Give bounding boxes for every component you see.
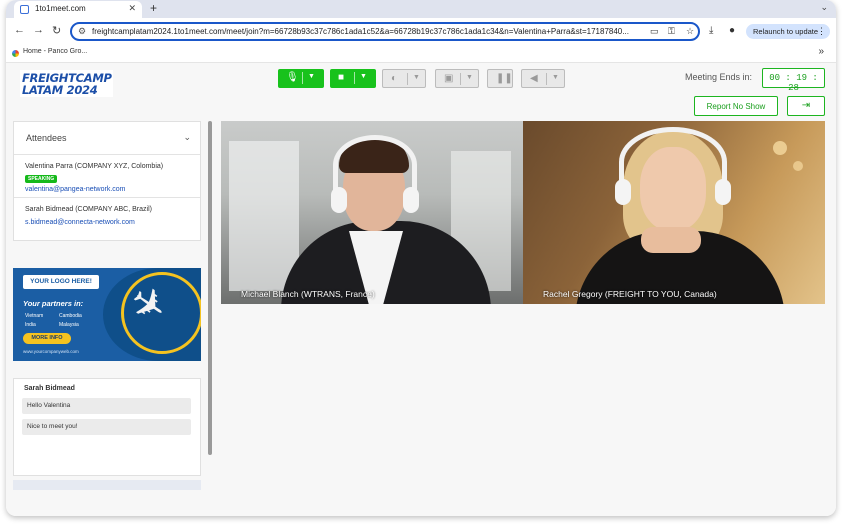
meeting-timer: 00 : 19 : 28	[762, 68, 825, 93]
mic-icon[interactable]: 🎙	[286, 72, 299, 83]
pause-button[interactable]: ❚❚	[487, 69, 513, 88]
tab-title: 1to1meet.com	[35, 4, 86, 13]
bookmark-home[interactable]: Home - Panco Gro...	[23, 48, 87, 55]
chat-input-area[interactable]	[13, 480, 201, 490]
meeting-app: FREIGHTCAMP LATAM 2024 🎙 ▼ ■ ▼ ◐ ▼ ▣ ▼ ❚❚ ◀ ▼…	[6, 63, 836, 516]
background-control[interactable]: ◐ ▼	[382, 69, 426, 88]
logo-line-2: LATAM 2024	[22, 83, 98, 97]
camera-in-use-icon[interactable]: ▭	[650, 26, 659, 37]
background-dropdown-icon[interactable]: ▼	[413, 74, 420, 81]
exit-icon: ⇥	[801, 100, 811, 111]
exit-meeting-button[interactable]: ⇥	[787, 96, 825, 116]
ad-country: Cambodia	[59, 313, 82, 319]
bookmarks-bar: Home - Panco Gro... »	[6, 44, 836, 63]
contrast-icon[interactable]: ◐	[391, 73, 397, 84]
sponsor-ad-banner[interactable]: ✈ YOUR LOGO HERE! Your partners in: Viet…	[13, 268, 201, 361]
screen-share-control[interactable]: ▣ ▼	[435, 69, 479, 88]
bookmark-star-icon[interactable]: ☆	[686, 26, 694, 37]
forward-icon[interactable]: →	[33, 24, 44, 36]
event-logo: FREIGHTCAMP LATAM 2024	[20, 70, 113, 97]
video-participant-label: Michael Blanch (WTRANS, France)	[241, 289, 375, 299]
attendees-title: Attendees	[26, 133, 67, 143]
video-tile: Rachel Gregory (FREIGHT TO YOU, Canada)	[523, 121, 825, 304]
chevron-down-icon[interactable]: ⌄	[183, 132, 191, 143]
more-info-button[interactable]: MORE INFO	[23, 333, 71, 344]
browser-tab[interactable]: 1to1meet.com ✕	[14, 1, 142, 18]
speaking-badge: SPEAKING	[25, 175, 58, 183]
bookmark-favicon-icon	[12, 50, 19, 57]
browser-toolbar: ← → ↻ ⚙ freightcamplatam2024.1to1meet.co…	[6, 18, 836, 44]
menu-icon[interactable]: ⋮	[817, 26, 826, 37]
ad-website: www.yourcompanyweb.com	[23, 349, 79, 354]
chat-message: Nice to meet you!	[22, 419, 191, 435]
attendee-email[interactable]: s.bidmead@connecta-network.com	[25, 219, 135, 226]
chat-message: Hello Valentina	[22, 398, 191, 414]
camera-icon[interactable]: ■	[338, 72, 344, 83]
download-icon[interactable]: ⤓	[709, 25, 713, 36]
url-text[interactable]: freightcamplatam2024.1to1meet.com/meet/j…	[92, 27, 632, 36]
attendee-item: Valentina Parra (COMPANY XYZ, Colombia) …	[14, 155, 200, 198]
pause-icon[interactable]: ❚❚	[496, 73, 513, 84]
video-tile: Michael Blanch (WTRANS, France)	[221, 121, 523, 304]
meeting-ends-label: Meeting Ends in:	[685, 72, 753, 82]
browser-window: 1to1meet.com ✕ + ⌄ ← → ↻ ⚙ freightcampla…	[6, 0, 836, 516]
video-participant-label: Rachel Gregory (FREIGHT TO YOU, Canada)	[543, 289, 717, 299]
attendee-email[interactable]: valentina@pangea-network.com	[25, 186, 126, 193]
back-icon[interactable]: ←	[14, 24, 25, 36]
address-bar[interactable]: ⚙ freightcamplatam2024.1to1meet.com/meet…	[70, 22, 700, 41]
more-bookmarks-icon[interactable]: »	[818, 46, 824, 57]
volume-dropdown-icon[interactable]: ▼	[552, 74, 559, 81]
site-info-icon[interactable]: ⚙	[78, 26, 86, 37]
attendee-name: Sarah Bidmead (COMPANY ABC, Brazil)	[25, 206, 152, 213]
chat-sender: Sarah Bidmead	[24, 385, 75, 392]
volume-icon[interactable]: ◀	[530, 73, 538, 84]
attendees-panel: Attendees ⌄ Valentina Parra (COMPANY XYZ…	[13, 121, 201, 241]
camera-dropdown-icon[interactable]: ▼	[360, 73, 367, 80]
screen-share-dropdown-icon[interactable]: ▼	[466, 74, 473, 81]
screen-share-icon[interactable]: ▣	[444, 73, 453, 84]
profile-avatar-icon[interactable]: ●	[729, 25, 735, 36]
ad-country: India	[25, 322, 36, 328]
sidebar-scrollbar[interactable]	[208, 121, 212, 455]
attendees-header[interactable]: Attendees ⌄	[14, 122, 200, 155]
volume-control[interactable]: ◀ ▼	[521, 69, 565, 88]
ad-country: Vietnam	[25, 313, 44, 319]
relaunch-button[interactable]: Relaunch to update ⋮	[746, 24, 830, 39]
chat-panel: Sarah Bidmead Hello Valentina Nice to me…	[13, 378, 201, 476]
site-favicon-icon	[20, 5, 29, 14]
mic-control[interactable]: 🎙 ▼	[278, 69, 324, 88]
ad-country: Malaysia	[59, 322, 79, 328]
close-tab-icon[interactable]: ✕	[128, 3, 136, 14]
password-key-icon[interactable]: ⚿	[668, 26, 675, 37]
ad-partners-text: Your partners in:	[23, 299, 84, 308]
your-logo-button[interactable]: YOUR LOGO HERE!	[23, 275, 99, 289]
reload-icon[interactable]: ↻	[52, 24, 61, 37]
report-no-show-button[interactable]: Report No Show	[694, 96, 778, 116]
headphones-icon	[619, 127, 727, 197]
attendee-name: Valentina Parra (COMPANY XYZ, Colombia)	[25, 163, 164, 170]
relaunch-label: Relaunch to update	[753, 27, 819, 36]
tab-search-chevron-icon[interactable]: ⌄	[820, 2, 828, 13]
attendee-item: Sarah Bidmead (COMPANY ABC, Brazil) s.bi…	[14, 198, 200, 241]
tab-strip: 1to1meet.com ✕ + ⌄	[6, 0, 836, 18]
camera-control[interactable]: ■ ▼	[330, 69, 376, 88]
new-tab-button[interactable]: +	[150, 1, 157, 15]
mic-dropdown-icon[interactable]: ▼	[308, 73, 315, 80]
headphones-icon	[333, 135, 417, 195]
